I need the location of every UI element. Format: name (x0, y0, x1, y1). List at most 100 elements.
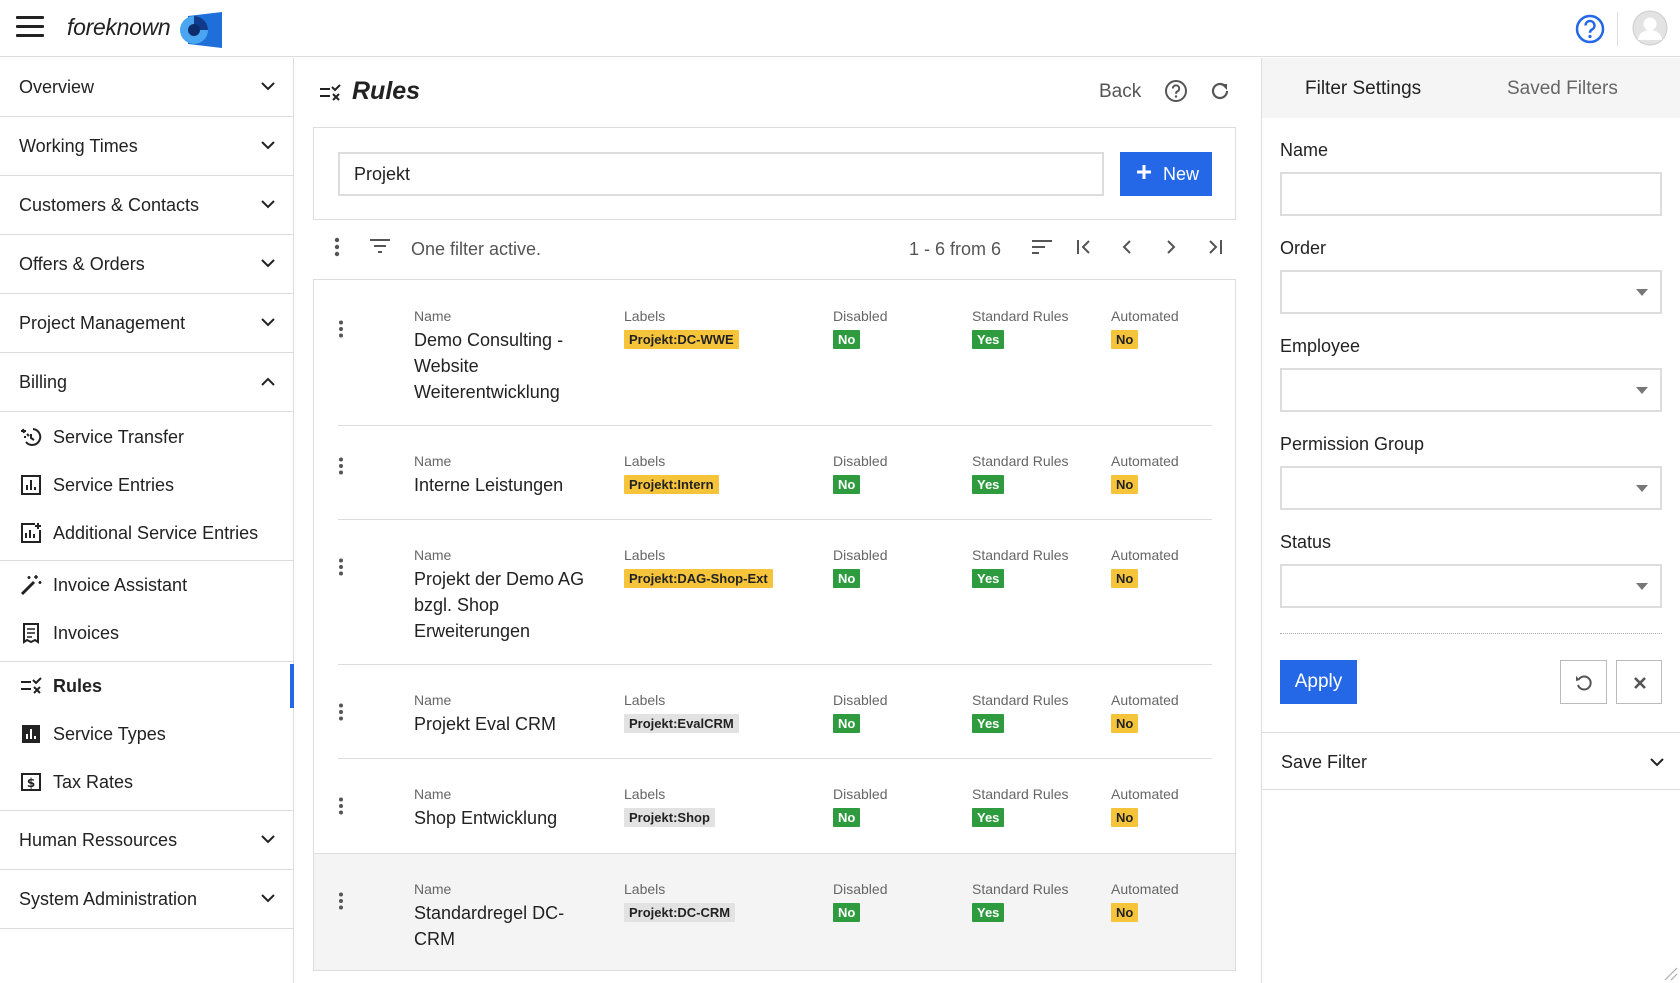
more-vert-icon[interactable] (338, 797, 344, 815)
column-label-labels: Labels (624, 308, 666, 324)
sidebar-section-working-times[interactable]: Working Times (0, 117, 293, 176)
more-vert-icon[interactable] (338, 703, 344, 721)
label-tag: Projekt:Shop (624, 808, 715, 827)
more-vert-icon[interactable] (338, 558, 344, 576)
table-row[interactable]: Name Shop Entwicklung Labels Projekt:Sho… (314, 759, 1235, 853)
sidebar-item-rules[interactable]: Rules (0, 662, 294, 710)
column-label-labels: Labels (624, 547, 666, 563)
sidebar-section-label: System Administration (19, 889, 198, 909)
sidebar-item-label: Invoice Assistant (53, 575, 188, 595)
column-label-automated: Automated (1111, 453, 1179, 469)
sidebar-section-label: Project Management (19, 313, 186, 333)
sidebar-section-label: Offers & Orders (19, 254, 145, 274)
search-input[interactable] (338, 152, 1104, 196)
sidebar-item-service-types[interactable]: Service Types (0, 710, 293, 758)
sidebar-item-invoices[interactable]: Invoices (0, 609, 293, 657)
table-row[interactable]: Name Demo Consulting - Website Weiterent… (314, 280, 1235, 426)
menu-icon[interactable] (16, 16, 44, 40)
sidebar-section-human-ressources[interactable]: Human Ressources (0, 811, 293, 870)
filter-tabs: Filter Settings Saved Filters (1262, 58, 1680, 118)
chevron-down-icon (261, 835, 275, 844)
main-content: Rules Back New One filter active. 1 - 6 … (295, 58, 1260, 983)
chevron-down-icon (261, 141, 275, 150)
employee-select[interactable] (1280, 368, 1662, 412)
apply-button[interactable]: Apply (1280, 660, 1357, 704)
sidebar-section-billing[interactable]: Billing (0, 353, 293, 412)
column-label-standard-rules: Standard Rules (972, 547, 1069, 563)
next-page-icon[interactable] (1165, 239, 1177, 255)
chart-icon (21, 475, 41, 495)
column-label-automated: Automated (1111, 308, 1179, 324)
resize-grip-icon[interactable] (1662, 965, 1678, 981)
sidebar-item-label: Invoices (53, 623, 120, 643)
bar-chart-icon (22, 725, 40, 743)
label-tag: Projekt:EvalCRM (624, 714, 739, 733)
rule-name: Interne Leistungen (414, 475, 564, 495)
table-row[interactable]: Name Interne Leistungen Labels Projekt:I… (314, 426, 1235, 520)
table-row[interactable]: Name Projekt Eval CRM Labels Projekt:Eva… (314, 665, 1235, 759)
sidebar-item-label: Service Transfer (53, 427, 185, 447)
sidebar-section-offers-orders[interactable]: Offers & Orders (0, 235, 293, 294)
column-label-disabled: Disabled (833, 692, 888, 708)
column-label-standard-rules: Standard Rules (972, 881, 1069, 897)
column-label-name: Name (414, 453, 452, 469)
sidebar-section-overview[interactable]: Overview (0, 58, 293, 117)
sidebar-item-service-transfer[interactable]: Service Transfer (0, 413, 293, 461)
label-tag: Projekt:Intern (624, 475, 719, 494)
sidebar-item-additional-service-entries[interactable]: Additional Service Entries (0, 509, 293, 557)
sidebar-item-label: Rules (53, 676, 103, 696)
money-icon: $ (21, 773, 41, 791)
filter-icon[interactable] (370, 238, 390, 254)
new-button[interactable]: New (1120, 152, 1212, 196)
rule-name: Shop Entwicklung (414, 808, 558, 828)
more-vert-icon[interactable] (338, 892, 344, 910)
sidebar-item-label: Tax Rates (53, 772, 134, 792)
more-vert-icon[interactable] (334, 237, 340, 257)
sidebar-section-customers-contacts[interactable]: Customers & Contacts (0, 176, 293, 235)
table-row[interactable]: Name Projekt der Demo AG bzgl. Shop Erwe… (314, 520, 1235, 665)
column-label-name: Name (414, 692, 452, 708)
close-icon (1634, 677, 1646, 689)
clear-button[interactable] (1616, 660, 1662, 704)
status-select[interactable] (1280, 564, 1662, 608)
order-field-label: Order (1280, 238, 1327, 258)
back-button[interactable]: Back (1099, 81, 1141, 103)
column-label-disabled: Disabled (833, 786, 888, 802)
column-label-standard-rules: Standard Rules (972, 692, 1069, 708)
more-vert-icon[interactable] (338, 320, 344, 338)
save-filter-expander[interactable]: Save Filter (1262, 732, 1680, 790)
last-page-icon[interactable] (1207, 239, 1223, 255)
sidebar-section-project-management[interactable]: Project Management (0, 294, 293, 353)
tab-saved-filters[interactable]: Saved Filters (1507, 78, 1618, 100)
sidebar-item-service-entries[interactable]: Service Entries (0, 461, 293, 509)
name-field[interactable] (1280, 172, 1662, 216)
first-page-icon[interactable] (1076, 239, 1092, 255)
refresh-icon[interactable] (1208, 79, 1232, 103)
avatar[interactable] (1632, 10, 1668, 46)
chevron-down-icon (261, 894, 275, 903)
column-label-automated: Automated (1111, 547, 1179, 563)
employee-field-label: Employee (1280, 336, 1361, 356)
divider (1280, 633, 1662, 634)
disabled-badge: No (833, 475, 861, 494)
standard-rules-badge: Yes (972, 808, 1005, 827)
sort-icon[interactable] (1032, 239, 1052, 255)
order-select[interactable] (1280, 270, 1662, 314)
reset-button[interactable] (1560, 660, 1607, 704)
brand-name[interactable]: foreknown (67, 14, 171, 41)
sidebar-item-tax-rates[interactable]: $ Tax Rates (0, 758, 293, 806)
previous-page-icon[interactable] (1121, 239, 1133, 255)
rules-icon (21, 677, 42, 694)
sidebar-item-invoice-assistant[interactable]: Invoice Assistant (0, 561, 293, 609)
help-icon[interactable] (1574, 13, 1606, 45)
help-icon[interactable] (1164, 79, 1188, 103)
automated-badge: No (1111, 714, 1139, 733)
automated-badge: No (1111, 569, 1139, 588)
permission-group-select[interactable] (1280, 466, 1662, 510)
tab-filter-settings[interactable]: Filter Settings (1305, 78, 1421, 100)
more-vert-icon[interactable] (338, 457, 344, 475)
sidebar-section-system-administration[interactable]: System Administration (0, 870, 293, 929)
column-label-labels: Labels (624, 786, 666, 802)
save-filter-label: Save Filter (1281, 752, 1368, 772)
table-row[interactable]: Name Standardregel DC-CRM Labels Projekt… (314, 853, 1235, 970)
